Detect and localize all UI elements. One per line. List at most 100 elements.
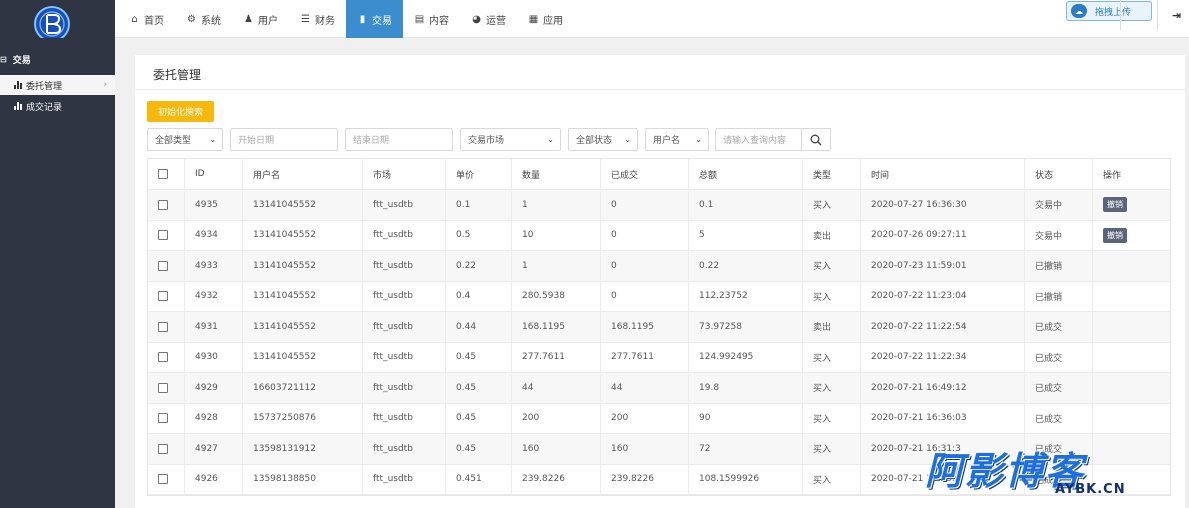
table-cell: 买入	[802, 434, 860, 464]
status-select-value: 全部状态	[576, 136, 613, 146]
column-header: 操作	[1092, 159, 1172, 189]
table-cell: 4932	[184, 281, 242, 311]
table-cell: 4930	[184, 342, 242, 372]
table-cell: 13141045552	[242, 190, 362, 220]
search-icon	[810, 134, 821, 145]
nav-item-2[interactable]: ♟ 用户	[232, 0, 289, 38]
nav-item-6[interactable]: ◕ 运营	[460, 0, 517, 38]
column-header: 市场	[362, 159, 445, 189]
start-date-input[interactable]: 开始日期	[230, 128, 338, 151]
table-cell: 13141045552	[242, 342, 362, 372]
table-cell: ftt_usdtb	[362, 281, 445, 311]
column-header: ID	[184, 159, 242, 189]
table-row[interactable]: 4928 15737250876 ftt_usdtb 0.45 200 200 90 买入 20…	[148, 403, 1170, 434]
nav-item-1[interactable]: ⚙ 系统	[175, 0, 232, 38]
table-row[interactable]: 4934 13141045552 ftt_usdtb 0.5 10 0 5 卖出 2020-07…	[148, 220, 1170, 251]
row-checkbox[interactable]	[158, 413, 168, 424]
globe-icon: ◕	[472, 13, 481, 25]
nav-item-0[interactable]: ⌂ 首页	[118, 0, 175, 38]
row-checkbox[interactable]	[158, 321, 168, 332]
table-cell: 买入	[802, 403, 860, 433]
nav-item-label: 财务	[315, 15, 335, 27]
sidebar-item-label: 委托管理	[26, 81, 63, 92]
action-cell	[1092, 281, 1172, 311]
reset-search-button[interactable]: 初始化搜索	[147, 101, 214, 122]
table-cell: 买入	[802, 464, 860, 494]
row-checkbox[interactable]	[158, 230, 168, 241]
table-cell: 4933	[184, 251, 242, 281]
top-bar: ⌂ 首页 ⚙ 系统 ♟ 用户 ☰ 财务 ▮ 交易 ▤ 内容 ◕ 运营 ▦ 应用 ☁ 拖拽上传 ⇥	[0, 0, 1189, 42]
table-cell: 15737250876	[242, 403, 362, 433]
table-cell: ftt_usdtb	[362, 220, 445, 250]
search-button[interactable]	[801, 128, 831, 151]
row-checkbox[interactable]	[158, 443, 168, 454]
table-row[interactable]: 4933 13141045552 ftt_usdtb 0.22 1 0 0.22 买入 2020…	[148, 251, 1170, 282]
table-cell: 239.8226	[600, 464, 688, 494]
table-row[interactable]: 4931 13141045552 ftt_usdtb 0.44 168.1195 168.…	[148, 312, 1170, 343]
table-cell: 买入	[802, 342, 860, 372]
table-header-row: ID 用户名 市场 单价 数量 已成交 总额 类型 时间 状态 操作	[148, 159, 1170, 190]
table-cell: 13141045552	[242, 220, 362, 250]
sidebar-item-orders[interactable]: 委托管理 ›	[0, 75, 115, 95]
column-header: 状态	[1024, 159, 1092, 189]
list-icon: ☰	[301, 13, 310, 25]
table-cell: 0.22	[445, 251, 511, 281]
table-cell: 13141045552	[242, 312, 362, 342]
table-cell: 0.45	[445, 403, 511, 433]
row-checkbox[interactable]	[158, 199, 168, 210]
table-cell: 4928	[184, 403, 242, 433]
action-cell: 撤销	[1092, 190, 1172, 220]
cancel-order-button[interactable]: 撤销	[1103, 227, 1127, 243]
table-cell: 160	[600, 434, 688, 464]
table-cell: 72	[688, 434, 802, 464]
column-header: 类型	[802, 159, 860, 189]
nav-item-label: 系统	[201, 15, 221, 27]
column-header: 用户名	[242, 159, 362, 189]
nav-item-7[interactable]: ▦ 应用	[517, 0, 574, 38]
checkbox-cell	[148, 159, 184, 189]
table-row[interactable]: 4929 16603721112 ftt_usdtb 0.45 44 44 19.8 买入 20…	[148, 373, 1170, 404]
table-cell: 已成交	[1024, 342, 1092, 372]
table-row[interactable]: 4935 13141045552 ftt_usdtb 0.1 1 0 0.1 买入 2020-0…	[148, 190, 1170, 221]
table-cell: 13141045552	[242, 251, 362, 281]
table-cell: 168.1195	[511, 312, 600, 342]
table-cell: 4926	[184, 464, 242, 494]
table-cell: 10	[511, 220, 600, 250]
cancel-order-button[interactable]: 撤销	[1103, 197, 1127, 213]
end-date-input[interactable]: 结束日期	[345, 128, 453, 151]
username-field-select[interactable]: 用户名 ⌄	[645, 128, 709, 151]
watermark-logo: 阿影博客 AYBK.CN	[925, 440, 1175, 500]
username-select-value: 用户名	[653, 136, 681, 146]
table-cell: ftt_usdtb	[362, 434, 445, 464]
row-checkbox[interactable]	[158, 474, 168, 485]
row-checkbox[interactable]	[158, 260, 168, 271]
nav-item-4[interactable]: ▮ 交易	[346, 0, 403, 38]
search-input[interactable]: 请输入查询内容	[715, 128, 802, 151]
sidebar-item-deals[interactable]: 成交记录	[0, 96, 115, 116]
sidebar-section-trade[interactable]: ⊟ 交易	[0, 52, 115, 66]
logout-icon[interactable]: ⇥	[1164, 0, 1189, 30]
table-cell: 已成交	[1024, 403, 1092, 433]
row-checkbox[interactable]	[158, 291, 168, 302]
column-header: 数量	[511, 159, 600, 189]
home-icon: ⌂	[131, 13, 138, 25]
type-select[interactable]: 全部类型 ⌄	[147, 128, 223, 151]
select-all-checkbox[interactable]	[158, 169, 168, 179]
nav-item-5[interactable]: ▤ 内容	[403, 0, 460, 38]
nav-item-3[interactable]: ☰ 财务	[289, 0, 346, 38]
row-checkbox[interactable]	[158, 382, 168, 393]
checkbox-cell	[148, 312, 184, 342]
bar-chart-icon	[14, 102, 22, 110]
table-cell: 已撤销	[1024, 251, 1092, 281]
table-cell: 已成交	[1024, 312, 1092, 342]
table-row[interactable]: 4930 13141045552 ftt_usdtb 0.45 277.7611 277.…	[148, 342, 1170, 373]
table-row[interactable]: 4932 13141045552 ftt_usdtb 0.4 280.5938 0 112.…	[148, 281, 1172, 312]
column-header: 已成交	[600, 159, 688, 189]
checkbox-cell	[148, 251, 184, 281]
status-select[interactable]: 全部状态 ⌄	[568, 128, 638, 151]
table-cell: 44	[600, 373, 688, 403]
row-checkbox[interactable]	[158, 352, 168, 363]
table-cell: 0.4	[445, 281, 511, 311]
column-header: 总额	[688, 159, 802, 189]
market-select[interactable]: 交易市场 ⌄	[460, 128, 561, 151]
